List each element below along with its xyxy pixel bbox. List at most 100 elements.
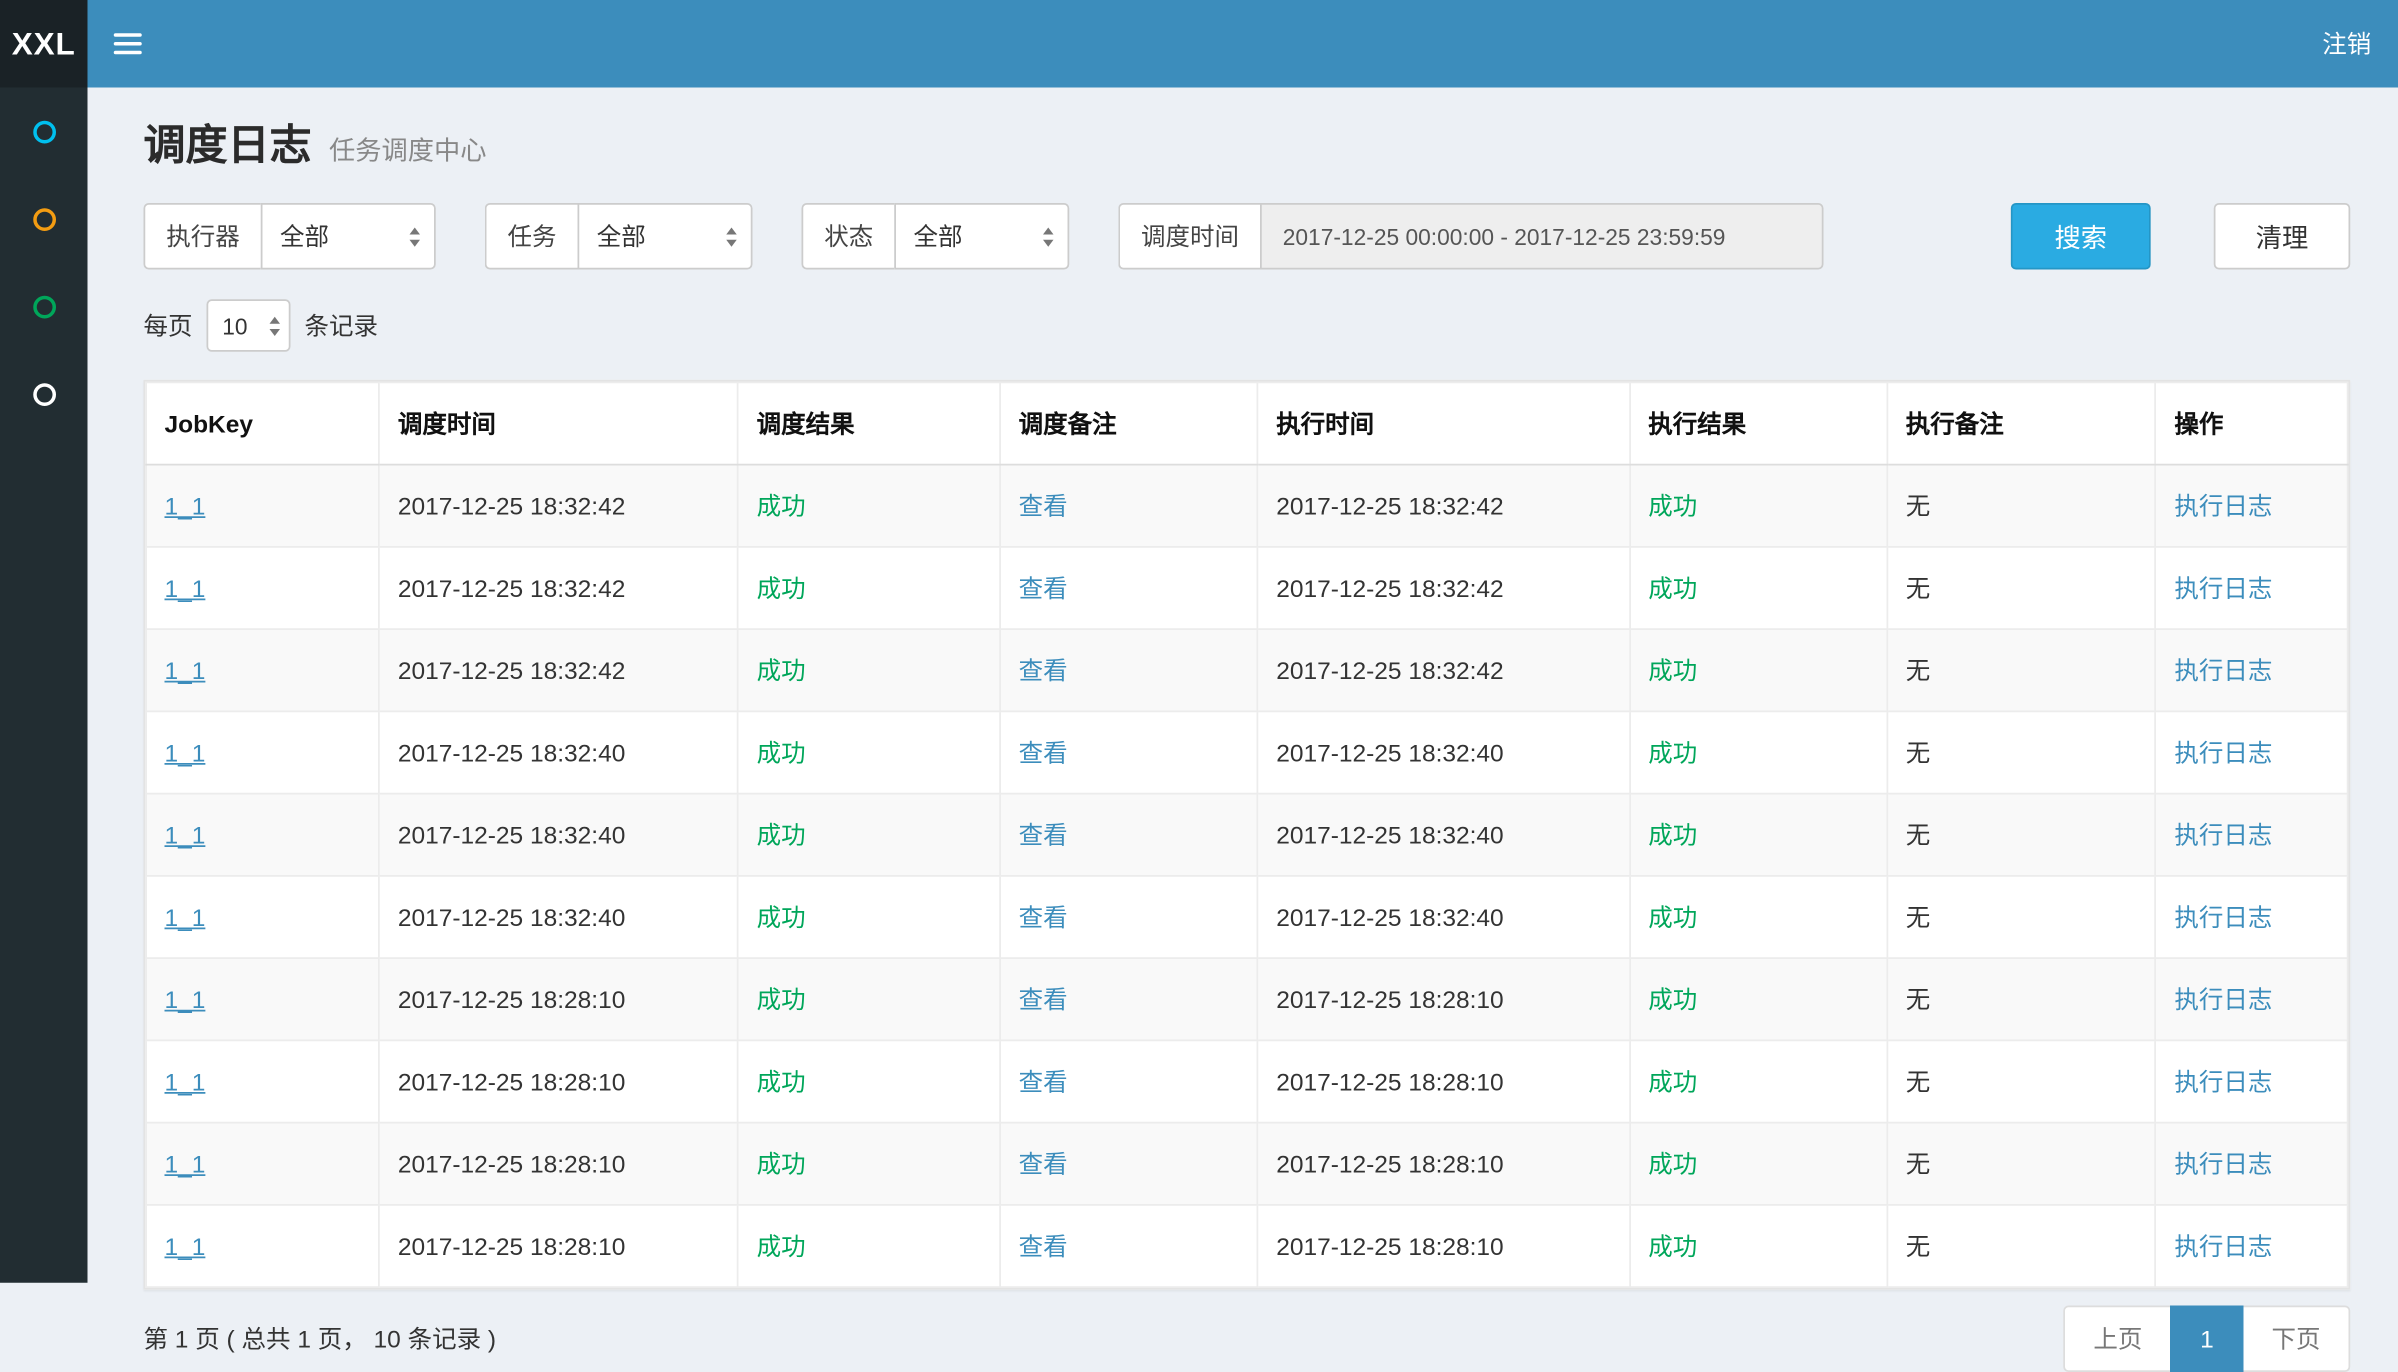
cell-action: 执行日志 [2156, 876, 2348, 958]
pagination-info: 第 1 页 ( 总共 1 页， 10 条记录 ) [144, 1321, 497, 1356]
col-header-trigger_time[interactable]: 调度时间 [379, 382, 738, 464]
cell-trigger_msg: 查看 [1000, 876, 1258, 958]
sidebar-item-3[interactable] [0, 263, 88, 351]
trigger_result-text: 成功 [757, 903, 806, 931]
job_key-link[interactable]: 1_1 [165, 1232, 206, 1260]
handle_time-text: 2017-12-25 18:32:42 [1276, 574, 1504, 602]
trigger_msg-link[interactable]: 查看 [1019, 1068, 1068, 1096]
trigger_msg-link[interactable]: 查看 [1019, 739, 1068, 767]
content-header: 调度日志 任务调度中心 [144, 88, 2351, 172]
executor-select[interactable]: 全部 [261, 203, 436, 270]
pagination-current-page[interactable]: 1 [2170, 1306, 2243, 1372]
trigger_msg-link[interactable]: 查看 [1019, 656, 1068, 684]
col-header-job_key[interactable]: JobKey [146, 382, 379, 464]
cell-trigger_time: 2017-12-25 18:32:40 [379, 794, 738, 876]
job_key-link[interactable]: 1_1 [165, 739, 206, 767]
job_key-link[interactable]: 1_1 [165, 985, 206, 1013]
pagination-prev-button[interactable]: 上页 [2064, 1306, 2173, 1372]
cell-handle_result: 成功 [1630, 1205, 1888, 1287]
sidebar-menu [0, 88, 88, 1283]
trigger_result-text: 成功 [757, 985, 806, 1013]
job-select[interactable]: 全部 [578, 203, 753, 270]
trigger-time-range-input[interactable] [1260, 203, 1824, 270]
cell-trigger_result: 成功 [738, 1123, 1000, 1205]
trigger_msg-link[interactable]: 查看 [1019, 574, 1068, 602]
trigger_msg-link[interactable]: 查看 [1019, 985, 1068, 1013]
table-row: 1_12017-12-25 18:32:40成功查看2017-12-25 18:… [146, 711, 2348, 793]
cell-trigger_result: 成功 [738, 1040, 1000, 1122]
cell-trigger_time: 2017-12-25 18:32:42 [379, 629, 738, 711]
col-header-handle_time[interactable]: 执行时间 [1258, 382, 1630, 464]
job_key-link[interactable]: 1_1 [165, 903, 206, 931]
col-header-action[interactable]: 操作 [2156, 382, 2348, 464]
clear-button[interactable]: 清理 [2214, 203, 2351, 270]
logout-link[interactable]: 注销 [2294, 0, 2398, 88]
trigger_time-text: 2017-12-25 18:32:40 [398, 903, 626, 931]
cell-job_key: 1_1 [146, 794, 379, 876]
job_key-link[interactable]: 1_1 [165, 656, 206, 684]
cell-handle_result: 成功 [1630, 547, 1888, 629]
table-row: 1_12017-12-25 18:32:42成功查看2017-12-25 18:… [146, 547, 2348, 629]
job_key-link[interactable]: 1_1 [165, 821, 206, 849]
table-row: 1_12017-12-25 18:28:10成功查看2017-12-25 18:… [146, 1040, 2348, 1122]
sidebar-toggle-button[interactable] [88, 0, 167, 88]
table-body: 1_12017-12-25 18:32:42成功查看2017-12-25 18:… [146, 465, 2348, 1288]
col-header-trigger_result[interactable]: 调度结果 [738, 382, 1000, 464]
cell-action: 执行日志 [2156, 465, 2348, 547]
job_key-link[interactable]: 1_1 [165, 1150, 206, 1178]
job_key-link[interactable]: 1_1 [165, 1068, 206, 1096]
page-size-row: 每页 10 条记录 [144, 299, 2351, 352]
col-header-trigger_msg[interactable]: 调度备注 [1000, 382, 1258, 464]
action-link[interactable]: 执行日志 [2174, 1068, 2272, 1096]
cell-trigger_msg: 查看 [1000, 629, 1258, 711]
action-link[interactable]: 执行日志 [2174, 574, 2272, 602]
action-link[interactable]: 执行日志 [2174, 656, 2272, 684]
trigger_time-text: 2017-12-25 18:28:10 [398, 1232, 626, 1260]
page-size-select[interactable]: 10 [207, 299, 291, 352]
cell-trigger_msg: 查看 [1000, 1040, 1258, 1122]
action-link[interactable]: 执行日志 [2174, 821, 2272, 849]
cell-handle_time: 2017-12-25 18:32:40 [1258, 876, 1630, 958]
pagination-next-button[interactable]: 下页 [2242, 1306, 2351, 1372]
job_key-link[interactable]: 1_1 [165, 492, 206, 520]
status-select[interactable]: 全部 [894, 203, 1069, 270]
job_key-link[interactable]: 1_1 [165, 574, 206, 602]
action-link[interactable]: 执行日志 [2174, 1150, 2272, 1178]
page-size-prefix: 每页 [144, 308, 193, 343]
cell-handle_msg: 无 [1887, 876, 2156, 958]
sidebar-item-2[interactable] [0, 175, 88, 263]
search-button[interactable]: 搜索 [2011, 203, 2151, 270]
trigger_time-text: 2017-12-25 18:28:10 [398, 985, 626, 1013]
col-header-handle_result[interactable]: 执行结果 [1630, 382, 1888, 464]
trigger_time-text: 2017-12-25 18:32:42 [398, 656, 626, 684]
action-link[interactable]: 执行日志 [2174, 739, 2272, 767]
sidebar-item-4[interactable] [0, 350, 88, 438]
trigger_result-text: 成功 [757, 1068, 806, 1096]
sidebar-item-1[interactable] [0, 88, 88, 176]
trigger_msg-link[interactable]: 查看 [1019, 492, 1068, 520]
cell-trigger_msg: 查看 [1000, 547, 1258, 629]
trigger_result-text: 成功 [757, 1232, 806, 1260]
trigger_msg-link[interactable]: 查看 [1019, 903, 1068, 931]
col-header-handle_msg[interactable]: 执行备注 [1887, 382, 2156, 464]
action-link[interactable]: 执行日志 [2174, 903, 2272, 931]
action-link[interactable]: 执行日志 [2174, 1232, 2272, 1260]
hamburger-icon [113, 33, 141, 37]
app-logo[interactable]: XXL [0, 0, 88, 88]
cell-trigger_time: 2017-12-25 18:32:42 [379, 465, 738, 547]
cell-job_key: 1_1 [146, 1040, 379, 1122]
select-stepper-icon [726, 227, 737, 246]
cell-handle_msg: 无 [1887, 629, 2156, 711]
cell-handle_msg: 无 [1887, 1205, 2156, 1287]
trigger_msg-link[interactable]: 查看 [1019, 821, 1068, 849]
action-link[interactable]: 执行日志 [2174, 985, 2272, 1013]
trigger_result-text: 成功 [757, 821, 806, 849]
table-row: 1_12017-12-25 18:32:42成功查看2017-12-25 18:… [146, 465, 2348, 547]
cell-handle_result: 成功 [1630, 629, 1888, 711]
table-row: 1_1 2017-12-25 18:32:40 成功 查看 2017-12-25 18:… [146, 876, 2348, 958]
trigger_msg-link[interactable]: 查看 [1019, 1150, 1068, 1178]
cell-job_key: 1_1 [146, 876, 379, 958]
cell-trigger_msg: 查看 [1000, 794, 1258, 876]
trigger_msg-link[interactable]: 查看 [1019, 1232, 1068, 1260]
action-link[interactable]: 执行日志 [2174, 492, 2272, 520]
